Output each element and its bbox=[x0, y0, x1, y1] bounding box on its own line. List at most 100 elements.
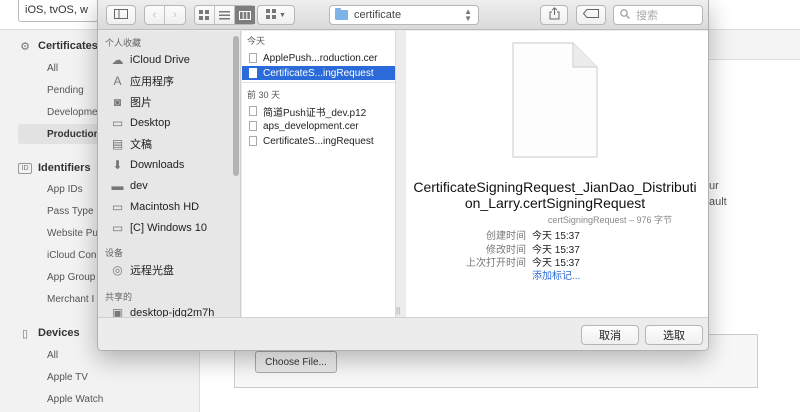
dialog-toolbar: ‹ › ▼ certificate ▲ ▼ 搜索 bbox=[98, 0, 708, 30]
forward-icon[interactable]: › bbox=[165, 6, 185, 24]
sidebar-item-dev[interactable]: ▬ dev bbox=[110, 176, 236, 196]
section-label: Certificates bbox=[38, 40, 98, 52]
sidebar-item-label: iCloud Drive bbox=[130, 54, 190, 66]
sidebar-item-label: dev bbox=[130, 180, 148, 192]
document-preview-icon bbox=[512, 42, 598, 158]
file-row[interactable]: CertificateS...ingRequest bbox=[242, 134, 395, 148]
section-label: Identifiers bbox=[38, 162, 91, 174]
group-divider bbox=[242, 82, 395, 83]
favorites-header: 个人收藏 bbox=[105, 38, 142, 48]
sidebar-item-apple-watch[interactable]: Apple Watch bbox=[18, 389, 200, 409]
created-label: 创建时间 bbox=[486, 231, 526, 242]
grid-arrange-icon bbox=[266, 8, 277, 22]
dialog-footer: 取消 选取 bbox=[98, 317, 708, 350]
sidebar-item-desktop[interactable]: ▭ Desktop bbox=[110, 113, 236, 133]
arrange-menu-button[interactable]: ▼ bbox=[257, 5, 295, 25]
file-row[interactable]: ApplePush...roduction.cer bbox=[242, 51, 395, 65]
sidebar-item-pictures[interactable]: ◙ 图片 bbox=[110, 92, 236, 112]
preview-file-name: CertificateSigningRequest_JianDao_Distri… bbox=[413, 179, 697, 211]
sidebar-item-label: Desktop bbox=[130, 117, 171, 129]
created-value: 今天 15:37 bbox=[532, 231, 580, 242]
sidebar-item-label: 远程光盘 bbox=[130, 265, 174, 277]
sidebar-item-label: Downloads bbox=[130, 159, 185, 171]
sidebar-item-label: 文稿 bbox=[130, 139, 152, 151]
sidebar-item-applications[interactable]: A 应用程序 bbox=[110, 71, 236, 91]
sidebar-scrollbar[interactable] bbox=[233, 36, 239, 176]
file-column: 今天 ApplePush...roduction.cer Certificate… bbox=[242, 31, 396, 317]
icon-view-icon[interactable] bbox=[195, 6, 215, 24]
sidebar-toggle-icon bbox=[114, 8, 128, 22]
apps-icon: A bbox=[113, 74, 122, 88]
sidebar-item-shared-computer[interactable]: ▣ desktop-jdg2m7h bbox=[110, 303, 236, 317]
document-icon bbox=[249, 136, 257, 146]
open-file-dialog: ‹ › ▼ certificate ▲ ▼ 搜索 个人收藏 ☁ iCloud D… bbox=[97, 0, 709, 351]
file-row[interactable]: aps_development.cer bbox=[242, 119, 395, 133]
choose-button[interactable]: 选取 bbox=[645, 325, 703, 345]
sidebar-item-remote-disc[interactable]: ◎ 远程光盘 bbox=[110, 260, 236, 280]
shared-header: 共享的 bbox=[105, 292, 133, 302]
instruction-text-fragment: ur bbox=[709, 180, 719, 192]
list-view-icon[interactable] bbox=[215, 6, 235, 24]
cloud-icon: ☁ bbox=[111, 53, 124, 67]
share-button[interactable] bbox=[540, 5, 568, 25]
last-opened-label: 上次打开时间 bbox=[466, 258, 526, 269]
last-30-days-header: 前 30 天 bbox=[247, 90, 281, 100]
dialog-sidebar: 个人收藏 ☁ iCloud Drive A 应用程序 ◙ 图片 ▭ Deskto… bbox=[98, 31, 241, 317]
document-icon bbox=[249, 121, 257, 131]
column-view-icon[interactable] bbox=[234, 6, 255, 24]
sidebar-item-windows-10[interactable]: ▭ [C] Windows 10 bbox=[110, 218, 236, 238]
file-name: aps_development.cer bbox=[263, 120, 359, 132]
today-header: 今天 bbox=[247, 36, 266, 46]
document-icon bbox=[249, 106, 257, 116]
back-icon[interactable]: ‹ bbox=[145, 6, 165, 24]
tags-button[interactable] bbox=[576, 5, 606, 25]
preview-file-kind: certSigningRequest – 976 字节 bbox=[547, 215, 672, 225]
location-popup[interactable]: certificate ▲ ▼ bbox=[329, 5, 479, 25]
section-label: Devices bbox=[38, 327, 80, 339]
file-row[interactable]: 简道Push证书_dev.p12 bbox=[242, 104, 395, 119]
file-name: 简道Push证书_dev.p12 bbox=[263, 107, 367, 119]
updown-arrows-icon: ▲ ▼ bbox=[464, 7, 472, 23]
sidebar-item-label: [C] Windows 10 bbox=[130, 222, 208, 234]
document-icon bbox=[249, 68, 257, 78]
search-input[interactable]: 搜索 bbox=[613, 5, 703, 25]
tag-icon bbox=[582, 9, 599, 21]
sidebar-item-apple-tv[interactable]: Apple TV bbox=[18, 367, 200, 387]
cancel-button[interactable]: 取消 bbox=[581, 325, 639, 345]
sidebar-item-documents[interactable]: ▤ 文稿 bbox=[110, 134, 236, 154]
choose-file-button[interactable]: Choose File... bbox=[255, 351, 337, 373]
file-name: CertificateS...ingRequest bbox=[263, 135, 374, 147]
devices-header: 设备 bbox=[105, 248, 124, 258]
camera-icon: ◙ bbox=[113, 95, 122, 109]
back-forward-control[interactable]: ‹ › bbox=[144, 5, 186, 25]
file-row-selected[interactable]: CertificateS...ingRequest bbox=[242, 66, 395, 80]
harddisk-icon: ▭ bbox=[111, 221, 124, 235]
preview-pane: CertificateSigningRequest_JianDao_Distri… bbox=[406, 31, 708, 317]
sidebar-item-downloads[interactable]: ⬇ Downloads bbox=[110, 155, 236, 175]
desktop-icon: ▭ bbox=[111, 116, 124, 130]
sidebar-item-macintosh-hd[interactable]: ▭ Macintosh HD bbox=[110, 197, 236, 217]
add-tags-link[interactable]: 添加标记... bbox=[532, 267, 580, 282]
downloads-icon: ⬇ bbox=[112, 158, 123, 172]
location-label: certificate bbox=[354, 9, 402, 21]
sidebar-item-label: 应用程序 bbox=[130, 76, 174, 88]
file-name: ApplePush...roduction.cer bbox=[263, 52, 378, 64]
sidebar-toggle-button[interactable] bbox=[106, 5, 136, 25]
document-icon: ▤ bbox=[111, 137, 124, 151]
file-name: CertificateS...ingRequest bbox=[263, 67, 374, 79]
column-resize-handle[interactable]: || bbox=[396, 306, 400, 315]
sidebar-item-label: Macintosh HD bbox=[130, 201, 200, 213]
device-icon: ▯ bbox=[21, 327, 29, 340]
search-icon bbox=[620, 8, 630, 22]
platform-select[interactable]: iOS, tvOS, w bbox=[18, 0, 98, 22]
view-mode-control[interactable] bbox=[194, 5, 255, 25]
certificate-icon: ⚙ bbox=[20, 40, 30, 53]
search-placeholder: 搜索 bbox=[636, 10, 658, 22]
disc-icon: ◎ bbox=[112, 263, 123, 277]
id-icon: ID bbox=[18, 162, 32, 174]
document-icon bbox=[249, 53, 257, 63]
sidebar-item-label: 图片 bbox=[130, 97, 152, 109]
harddisk-icon: ▭ bbox=[111, 200, 124, 214]
sidebar-item-icloud-drive[interactable]: ☁ iCloud Drive bbox=[110, 50, 236, 70]
computer-icon: ▣ bbox=[111, 306, 124, 317]
